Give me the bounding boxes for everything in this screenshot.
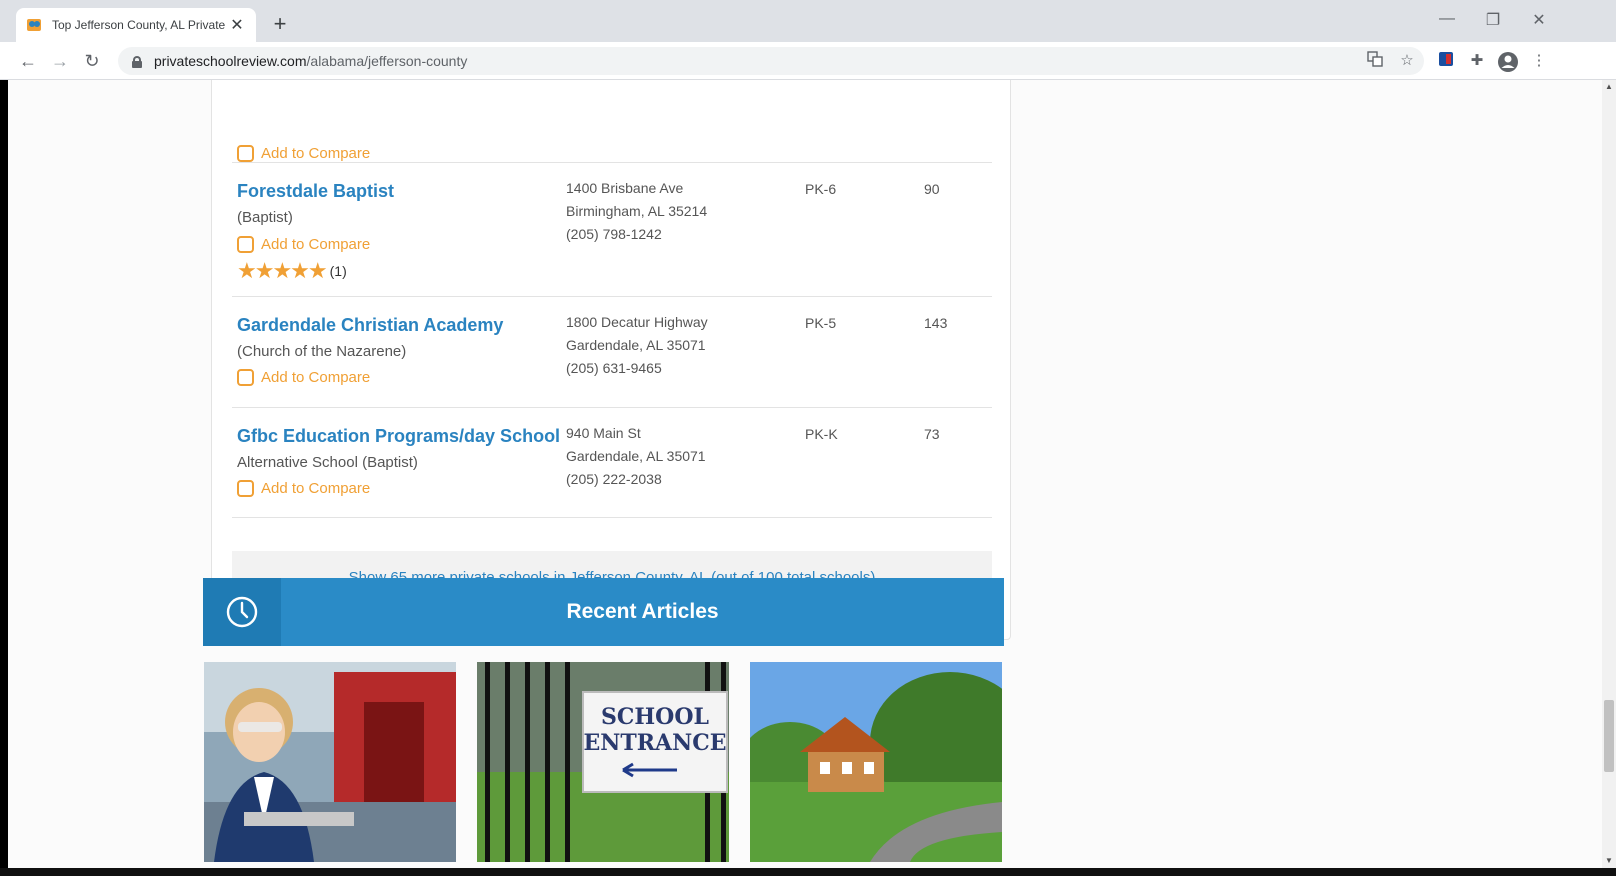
school-address: 1400 Brisbane Ave Birmingham, AL 35214 (…: [566, 180, 708, 242]
restore-icon[interactable]: ❐: [1470, 10, 1516, 30]
table-row: Add to Compare: [232, 80, 992, 163]
tab-strip: Top Jefferson County, AL Private ✕ + — ❐…: [0, 0, 1616, 42]
profile-avatar-icon[interactable]: [1497, 51, 1518, 72]
add-to-compare-button[interactable]: Add to Compare: [237, 480, 370, 497]
article-thumbnail-campus[interactable]: [750, 662, 1002, 862]
os-taskbar: [0, 868, 1616, 876]
school-name-link[interactable]: Gfbc Education Programs/day School: [237, 426, 560, 447]
school-name-link[interactable]: Forestdale Baptist: [237, 181, 394, 202]
tab-close-icon[interactable]: ✕: [228, 15, 246, 35]
forward-icon[interactable]: →: [48, 49, 72, 73]
browser-toolbar: ← → ↻ privateschoolreview.com/alabama/je…: [0, 42, 1616, 80]
table-row: Gardendale Christian Academy (Church of …: [232, 297, 992, 408]
tab-title: Top Jefferson County, AL Private: [52, 18, 226, 32]
school-address: 1800 Decatur Highway Gardendale, AL 3507…: [566, 314, 708, 376]
table-row: Gfbc Education Programs/day School Alter…: [232, 408, 992, 518]
table-row: Forestdale Baptist (Baptist) Add to Comp…: [232, 163, 992, 297]
clock-icon: [203, 578, 281, 646]
compare-checkbox[interactable]: [237, 369, 254, 386]
extensions-puzzle-icon[interactable]: ✚: [1467, 51, 1487, 71]
school-students: 73: [924, 426, 940, 442]
minimize-icon[interactable]: —: [1424, 10, 1470, 28]
recent-articles-title: Recent Articles: [566, 600, 719, 623]
school-students: 90: [924, 181, 940, 197]
page-content: Add to Compare Forestdale Baptist (Bapti…: [8, 80, 1602, 868]
add-to-compare-button[interactable]: Add to Compare: [237, 369, 370, 386]
add-to-compare-button[interactable]: Add to Compare: [237, 145, 370, 162]
compare-checkbox[interactable]: [237, 480, 254, 497]
school-affiliation: (Church of the Nazarene): [237, 343, 407, 360]
translate-icon[interactable]: [1365, 51, 1385, 71]
school-affiliation: (Baptist): [237, 209, 293, 226]
star-rating[interactable]: ★★★★★ (1): [237, 260, 347, 282]
extension-icon[interactable]: [1436, 51, 1456, 71]
site-favicon-icon: [26, 17, 42, 33]
recent-articles-header: Recent Articles: [203, 578, 1004, 646]
add-to-compare-button[interactable]: Add to Compare: [237, 236, 370, 253]
school-list-card: Add to Compare Forestdale Baptist (Bapti…: [211, 80, 1011, 640]
school-address: 940 Main St Gardendale, AL 35071 (205) 2…: [566, 425, 706, 487]
sign-text: SCHOOL ENTRANCE: [583, 704, 727, 756]
menu-kebab-icon[interactable]: ⋮: [1529, 51, 1549, 71]
browser-tab[interactable]: Top Jefferson County, AL Private ✕: [16, 8, 256, 42]
school-grades: PK-5: [805, 315, 837, 331]
back-icon[interactable]: ←: [16, 49, 40, 73]
school-name-link[interactable]: Gardendale Christian Academy: [237, 315, 503, 336]
rating-stars: ★★★★★: [237, 258, 328, 283]
reload-icon[interactable]: ↻: [80, 49, 104, 73]
address-bar[interactable]: privateschoolreview.com/alabama/jefferso…: [118, 47, 1424, 75]
scroll-thumb[interactable]: [1604, 700, 1614, 772]
rating-count: (1): [329, 263, 347, 279]
page-scrollbar[interactable]: ▲ ▼: [1602, 80, 1616, 868]
school-grades: PK-6: [805, 181, 837, 197]
compare-checkbox[interactable]: [237, 145, 254, 162]
school-grades: PK-K: [805, 426, 838, 442]
article-thumbnail-workshop[interactable]: [204, 662, 456, 862]
window-close-icon[interactable]: ✕: [1516, 10, 1562, 30]
browser-window: Top Jefferson County, AL Private ✕ + — ❐…: [0, 0, 1616, 876]
school-affiliation: Alternative School (Baptist): [237, 454, 418, 471]
scroll-down-icon[interactable]: ▼: [1605, 856, 1613, 865]
scroll-up-icon[interactable]: ▲: [1605, 82, 1613, 91]
lock-icon: [132, 55, 142, 68]
url-text: privateschoolreview.com/alabama/jefferso…: [154, 53, 468, 69]
compare-checkbox[interactable]: [237, 236, 254, 253]
article-thumbnail-school-entrance[interactable]: SCHOOL ENTRANCE: [477, 662, 729, 862]
bookmark-star-icon[interactable]: ☆: [1397, 51, 1417, 71]
new-tab-icon[interactable]: +: [268, 12, 292, 36]
school-students: 143: [924, 315, 948, 331]
